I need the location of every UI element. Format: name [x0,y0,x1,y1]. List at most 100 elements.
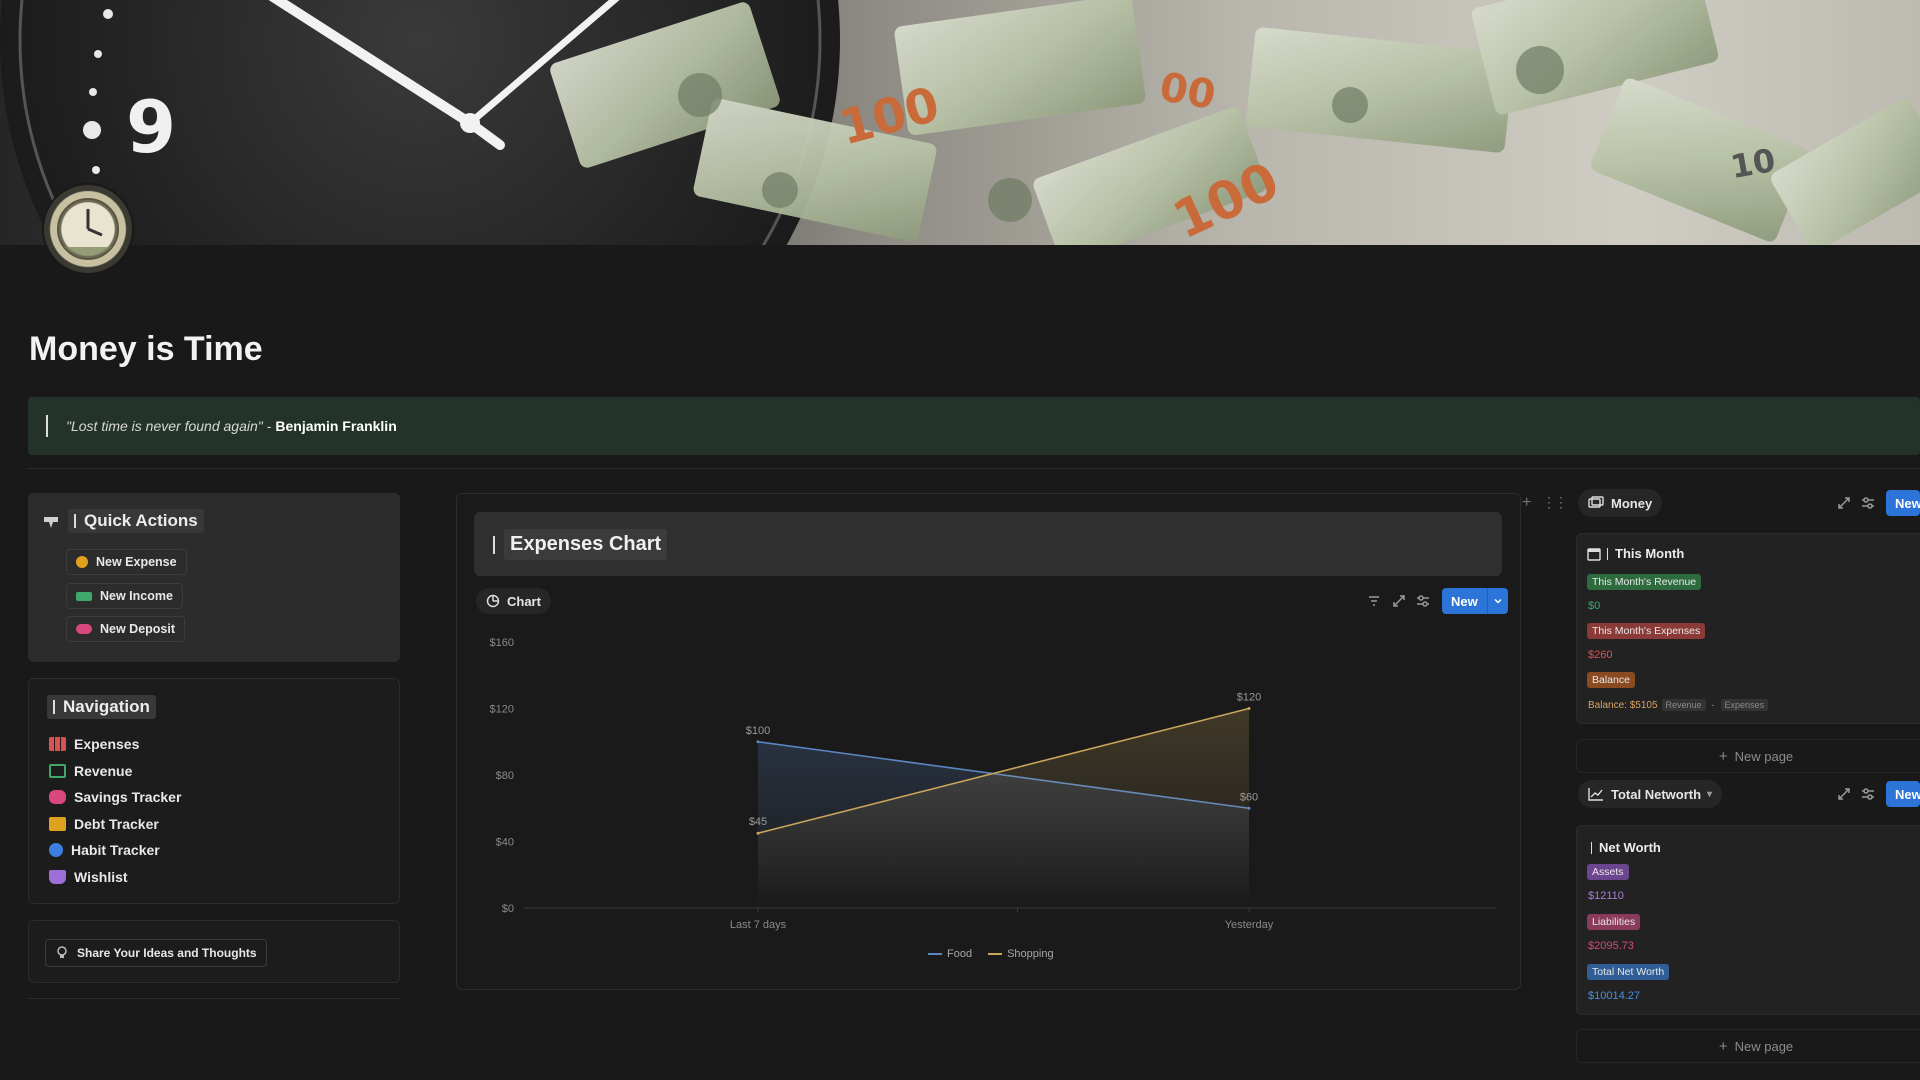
data-label: $120 [1237,692,1261,704]
quote-text: "Lost time is never found again" [66,418,263,434]
data-label: $45 [749,816,767,828]
piggy-bank-icon [76,624,92,634]
divider [28,468,1920,469]
chart-new-label: New [1451,593,1478,609]
net-worth-title: Net Worth [1599,840,1661,855]
new-expense-label: New Expense [96,555,177,569]
chart-new-button[interactable]: New [1442,588,1508,614]
nav-item-revenue[interactable]: Revenue [49,763,132,779]
balance-formula-revenue: Revenue [1661,699,1706,711]
settings-sliders-icon[interactable] [1860,495,1876,511]
chart-view-tab[interactable]: Chart [476,588,551,614]
data-point [1247,707,1251,710]
this-month-title: This Month [1615,546,1685,561]
basket-icon [49,870,66,884]
balance-formula-sep: - [1711,700,1715,710]
title-bar [1607,547,1608,560]
divider [28,998,400,999]
legend-food[interactable]: Food [928,948,972,960]
settings-sliders-icon[interactable] [1415,593,1431,609]
new-deposit-label: New Deposit [100,622,176,636]
money-icon [1588,496,1604,508]
drag-handle-icon[interactable]: ⋮⋮ [1542,494,1568,511]
assets-value: $12110 [1588,890,1624,902]
quote-bar [46,415,48,437]
title-bar [74,514,76,528]
money-db-tab-label: Money [1611,495,1653,511]
money-new-page-label: New page [1734,748,1794,764]
this-month-card[interactable]: This Month This Month's Revenue $0 This … [1576,533,1920,724]
nav-label-expenses: Expenses [74,736,140,752]
navigation-header: Navigation [47,695,156,719]
y-tick-label: $120 [490,704,514,716]
cash-icon [76,591,92,601]
page-title: Money is Time [29,330,263,368]
quote-separator: - [266,418,272,434]
nav-item-expenses[interactable]: Expenses [49,736,139,752]
new-income-label: New Income [100,589,173,603]
svg-text:10: 10 [1728,141,1778,186]
quick-actions-title-chip: Quick Actions [68,509,204,533]
total-networth-value: $10014.27 [1588,990,1640,1002]
calendar-icon [1587,547,1601,561]
cover-illustration: 9 100 100 00 10 [0,0,1920,245]
legend-food-label: Food [947,948,973,960]
new-expense-button[interactable]: New Expense [66,549,187,575]
nav-label-habit: Habit Tracker [71,842,160,858]
nav-item-debt-tracker[interactable]: Debt Tracker [49,816,159,832]
nav-label-debt: Debt Tracker [74,816,159,832]
data-point [756,740,760,744]
nav-item-savings-tracker[interactable]: Savings Tracker [49,789,181,805]
title-bar [53,700,55,714]
y-tick-label: $0 [502,903,514,915]
title-bar [493,536,495,554]
chart-view-label: Chart [507,593,541,609]
expand-icon[interactable] [1836,786,1852,802]
money-icon [49,764,66,778]
networth-new-page-button[interactable]: + New page [1576,1029,1920,1063]
expenses-chart-title: Expenses Chart [504,529,668,560]
net-worth-card[interactable]: Net Worth Assets $12110 Liabilities $209… [1576,825,1920,1015]
line-chart-icon [1588,788,1603,801]
chevron-down-icon[interactable] [1486,588,1508,614]
legend-shopping[interactable]: Shopping [988,948,1054,960]
legend-food-swatch [928,953,942,955]
nav-item-habit-tracker[interactable]: Habit Tracker [49,842,160,858]
svg-text:9: 9 [126,85,176,169]
new-income-button[interactable]: New Income [66,583,183,609]
revenue-value: $0 [1588,600,1601,612]
credit-card-icon [49,817,66,831]
expenses-value: $260 [1588,649,1613,661]
net-worth-title-row: Net Worth [1587,840,1661,855]
networth-db-tab-label: Total Networth [1611,786,1702,802]
networth-db-tab[interactable]: Total Networth ▾ [1578,780,1723,808]
expand-icon[interactable] [1836,495,1852,511]
check-circle-icon [49,843,63,857]
balance-row: Balance: $5105 Revenue - Expenses [1588,699,1769,711]
networth-new-button[interactable]: New [1886,781,1920,807]
legend-shopping-label: Shopping [1007,948,1054,960]
nav-item-wishlist[interactable]: Wishlist [49,869,128,885]
chart-legend: Food Shopping [928,948,1070,960]
navigation-title-chip: Navigation [47,695,156,719]
settings-sliders-icon[interactable] [1860,786,1876,802]
money-new-button[interactable]: New [1886,490,1920,516]
title-bar [1591,841,1592,854]
nav-label-wishlist: Wishlist [74,869,128,885]
clock-icon [57,198,119,260]
filter-icon[interactable] [1366,593,1382,609]
share-ideas-button[interactable]: Share Your Ideas and Thoughts [45,939,267,967]
add-block-icon[interactable]: + [1522,494,1531,512]
quote-callout: "Lost time is never found again" - Benja… [28,397,1920,455]
navigation-title: Navigation [63,697,150,716]
money-db-tab[interactable]: Money [1578,489,1663,517]
quick-actions-card: Quick Actions New Expense New Income New… [28,493,400,662]
money-new-page-button[interactable]: + New page [1576,739,1920,773]
legend-shopping-swatch [988,953,1003,955]
expand-icon[interactable] [1391,593,1407,609]
page-icon[interactable] [44,185,132,273]
new-deposit-button[interactable]: New Deposit [66,616,186,642]
quick-actions-title: Quick Actions [84,511,198,530]
chevron-down-icon[interactable]: ▾ [1707,789,1712,800]
lightbulb-icon [57,946,67,958]
